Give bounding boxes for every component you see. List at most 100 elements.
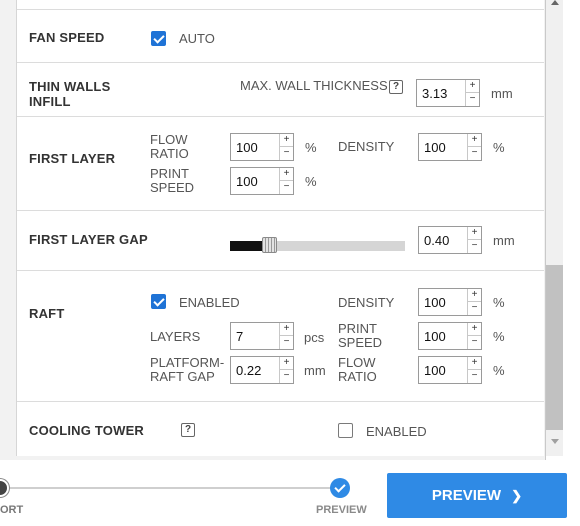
first-layer-gap-slider[interactable]: [230, 237, 405, 253]
cooling-tower-section: COOLING TOWER ? ENABLED: [17, 402, 544, 456]
decrement-button[interactable]: −: [468, 302, 481, 315]
max-wall-thickness-input[interactable]: 3.13 + −: [416, 79, 480, 107]
cooling-tower-enabled-checkbox[interactable]: [338, 423, 353, 438]
increment-button[interactable]: +: [280, 323, 293, 336]
increment-button[interactable]: +: [280, 357, 293, 370]
decrement-button[interactable]: −: [468, 147, 481, 160]
first-layer-density-stepper[interactable]: + −: [467, 134, 481, 160]
raft-gap-input[interactable]: 0.22 + −: [230, 356, 294, 384]
first-layer-speed-input[interactable]: 100 + −: [230, 167, 294, 195]
first-layer-flow-label-line2: RATIO: [150, 146, 189, 161]
decrement-button[interactable]: −: [280, 181, 293, 194]
first-layer-flow-value: 100: [236, 140, 258, 155]
decrement-button[interactable]: −: [280, 370, 293, 383]
raft-speed-unit: %: [493, 329, 505, 344]
increment-button[interactable]: +: [468, 227, 481, 240]
raft-flow-value: 100: [424, 363, 446, 378]
cooling-tower-title: COOLING TOWER: [29, 423, 145, 438]
raft-title: RAFT: [29, 306, 65, 321]
thin-walls-title: THIN WALLS: [29, 79, 111, 94]
wizard-footer: ORT PREVIEW PREVIEW ❯: [0, 460, 580, 526]
raft-layers-stepper[interactable]: + −: [279, 323, 293, 349]
raft-speed-label: PRINT: [338, 321, 377, 336]
scroll-down-arrow-icon[interactable]: [551, 439, 559, 444]
raft-density-input[interactable]: 100 + −: [418, 288, 482, 316]
decrement-button[interactable]: −: [468, 336, 481, 349]
raft-flow-unit: %: [493, 363, 505, 378]
cooling-tower-enabled-label: ENABLED: [366, 424, 427, 439]
raft-speed-value: 100: [424, 329, 446, 344]
raft-density-unit: %: [493, 295, 505, 310]
first-layer-speed-unit: %: [305, 174, 317, 189]
scrollbar-thumb[interactable]: [546, 265, 563, 430]
thin-walls-title-line2: INFILL: [29, 94, 71, 109]
preview-button-label: PREVIEW: [431, 487, 502, 504]
raft-gap-label-line2: RAFT GAP: [150, 369, 215, 384]
step-left-label: ORT: [0, 504, 24, 516]
max-wall-thickness-label: MAX. WALL THICKNESS: [240, 78, 388, 93]
first-layer-gap-slider-thumb[interactable]: [262, 237, 277, 253]
increment-button[interactable]: +: [280, 168, 293, 181]
decrement-button[interactable]: −: [468, 370, 481, 383]
max-wall-help-icon[interactable]: ?: [389, 80, 403, 94]
first-layer-density-input[interactable]: 100 + −: [418, 133, 482, 161]
max-wall-thickness-stepper[interactable]: + −: [465, 80, 479, 106]
raft-flow-stepper[interactable]: + −: [467, 357, 481, 383]
decrement-button[interactable]: −: [280, 336, 293, 349]
raft-flow-label-line2: RATIO: [338, 369, 377, 384]
raft-speed-input[interactable]: 100 + −: [418, 322, 482, 350]
settings-panel: FAN SPEED AUTO THIN WALLS INFILL MAX. WA…: [0, 0, 563, 460]
raft-speed-stepper[interactable]: + −: [467, 323, 481, 349]
decrement-button[interactable]: −: [280, 147, 293, 160]
raft-density-label: DENSITY: [338, 295, 395, 310]
first-layer-speed-stepper[interactable]: + −: [279, 168, 293, 194]
first-layer-gap-value: 0.40: [424, 233, 450, 248]
preview-button[interactable]: PREVIEW ❯: [387, 473, 567, 518]
first-layer-gap-unit: mm: [493, 233, 515, 248]
increment-button[interactable]: +: [468, 357, 481, 370]
fan-speed-title: FAN SPEED: [29, 30, 105, 45]
increment-button[interactable]: +: [280, 134, 293, 147]
raft-density-value: 100: [424, 295, 446, 310]
first-layer-speed-value: 100: [236, 174, 258, 189]
first-layer-section: FIRST LAYER FLOW RATIO 100 + − % PRINT SP…: [17, 117, 544, 211]
first-layer-gap-stepper[interactable]: + −: [467, 227, 481, 253]
raft-enabled-label: ENABLED: [179, 295, 240, 310]
first-layer-speed-label: PRINT: [150, 166, 189, 181]
decrement-button[interactable]: −: [466, 93, 479, 106]
increment-button[interactable]: +: [468, 323, 481, 336]
raft-flow-input[interactable]: 100 + −: [418, 356, 482, 384]
first-layer-flow-stepper[interactable]: + −: [279, 134, 293, 160]
step-preview-check-icon[interactable]: [330, 478, 350, 498]
chevron-right-icon: ❯: [511, 488, 523, 503]
fan-speed-auto-label: AUTO: [179, 31, 215, 46]
raft-layers-input[interactable]: 7 + −: [230, 322, 294, 350]
raft-flow-label: FLOW: [338, 355, 376, 370]
increment-button[interactable]: +: [468, 134, 481, 147]
first-layer-gap-input[interactable]: 0.40 + −: [418, 226, 482, 254]
fan-speed-auto-checkbox[interactable]: [151, 31, 166, 46]
raft-speed-label-line2: SPEED: [338, 335, 383, 350]
raft-enabled-checkbox[interactable]: [151, 294, 166, 309]
thin-walls-section: THIN WALLS INFILL MAX. WALL THICKNESS ? …: [17, 63, 544, 117]
first-layer-flow-unit: %: [305, 140, 317, 155]
settings-list: FAN SPEED AUTO THIN WALLS INFILL MAX. WA…: [16, 0, 544, 456]
first-layer-flow-input[interactable]: 100 + −: [230, 133, 294, 161]
cooling-tower-help-icon[interactable]: ?: [181, 423, 195, 437]
first-layer-gap-title: FIRST LAYER GAP: [29, 232, 148, 247]
raft-gap-stepper[interactable]: + −: [279, 357, 293, 383]
scroll-up-arrow-icon[interactable]: [551, 0, 559, 5]
first-layer-density-value: 100: [424, 140, 446, 155]
raft-layers-value: 7: [236, 329, 244, 344]
step-marker-icon[interactable]: [0, 479, 9, 497]
raft-gap-unit: mm: [304, 363, 326, 378]
raft-layers-unit: pcs: [304, 330, 325, 345]
increment-button[interactable]: +: [468, 289, 481, 302]
first-layer-gap-section: FIRST LAYER GAP 0.40 + − mm: [17, 211, 544, 271]
increment-button[interactable]: +: [466, 80, 479, 93]
first-layer-density-label: DENSITY: [338, 139, 395, 154]
decrement-button[interactable]: −: [468, 240, 481, 253]
fan-speed-section: FAN SPEED AUTO: [17, 10, 544, 63]
raft-density-stepper[interactable]: + −: [467, 289, 481, 315]
first-layer-density-unit: %: [493, 140, 505, 155]
